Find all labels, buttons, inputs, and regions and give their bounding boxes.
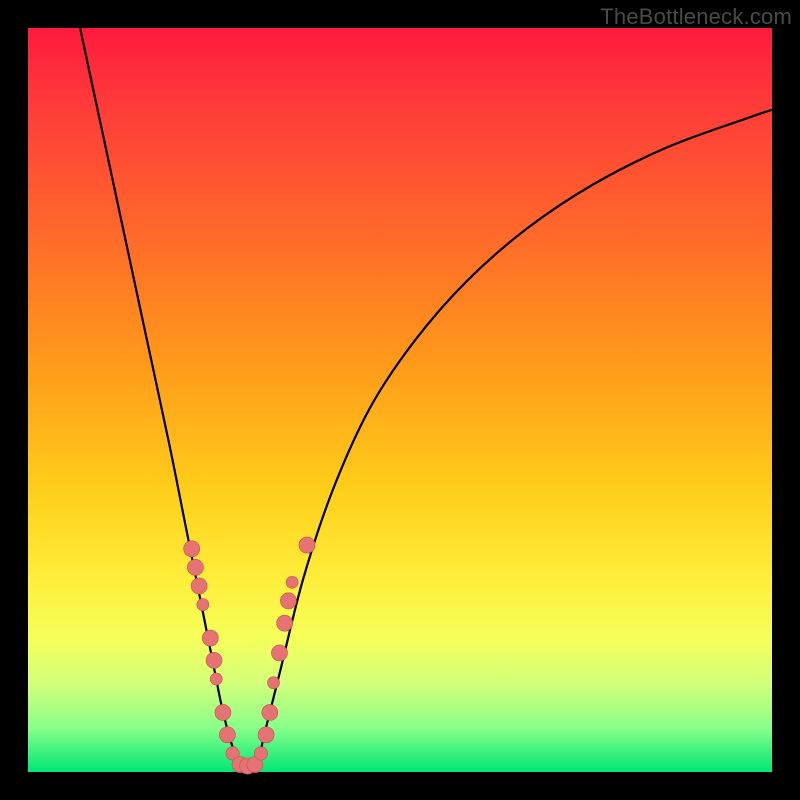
curve-marker [219, 727, 235, 743]
curve-marker [254, 747, 267, 760]
curve-marker [210, 673, 222, 685]
watermark-text: TheBottleneck.com [600, 4, 792, 30]
curve-marker [258, 727, 274, 743]
chart-svg [28, 28, 772, 772]
curve-marker [286, 576, 298, 588]
curve-marker [187, 559, 203, 575]
curve-marker [277, 615, 293, 631]
curve-markers [184, 537, 315, 774]
curve-marker [202, 630, 218, 646]
curve-marker [184, 541, 200, 557]
chart-frame: TheBottleneck.com [0, 0, 800, 800]
curve-marker [262, 704, 278, 720]
curve-marker [206, 652, 222, 668]
bottleneck-curve [80, 28, 772, 770]
plot-area [28, 28, 772, 772]
curve-marker [299, 537, 315, 553]
curve-marker [191, 578, 207, 594]
curve-marker [271, 645, 287, 661]
curve-marker [197, 599, 209, 611]
curve-marker [267, 677, 279, 689]
curve-marker [215, 704, 231, 720]
curve-marker [280, 593, 296, 609]
